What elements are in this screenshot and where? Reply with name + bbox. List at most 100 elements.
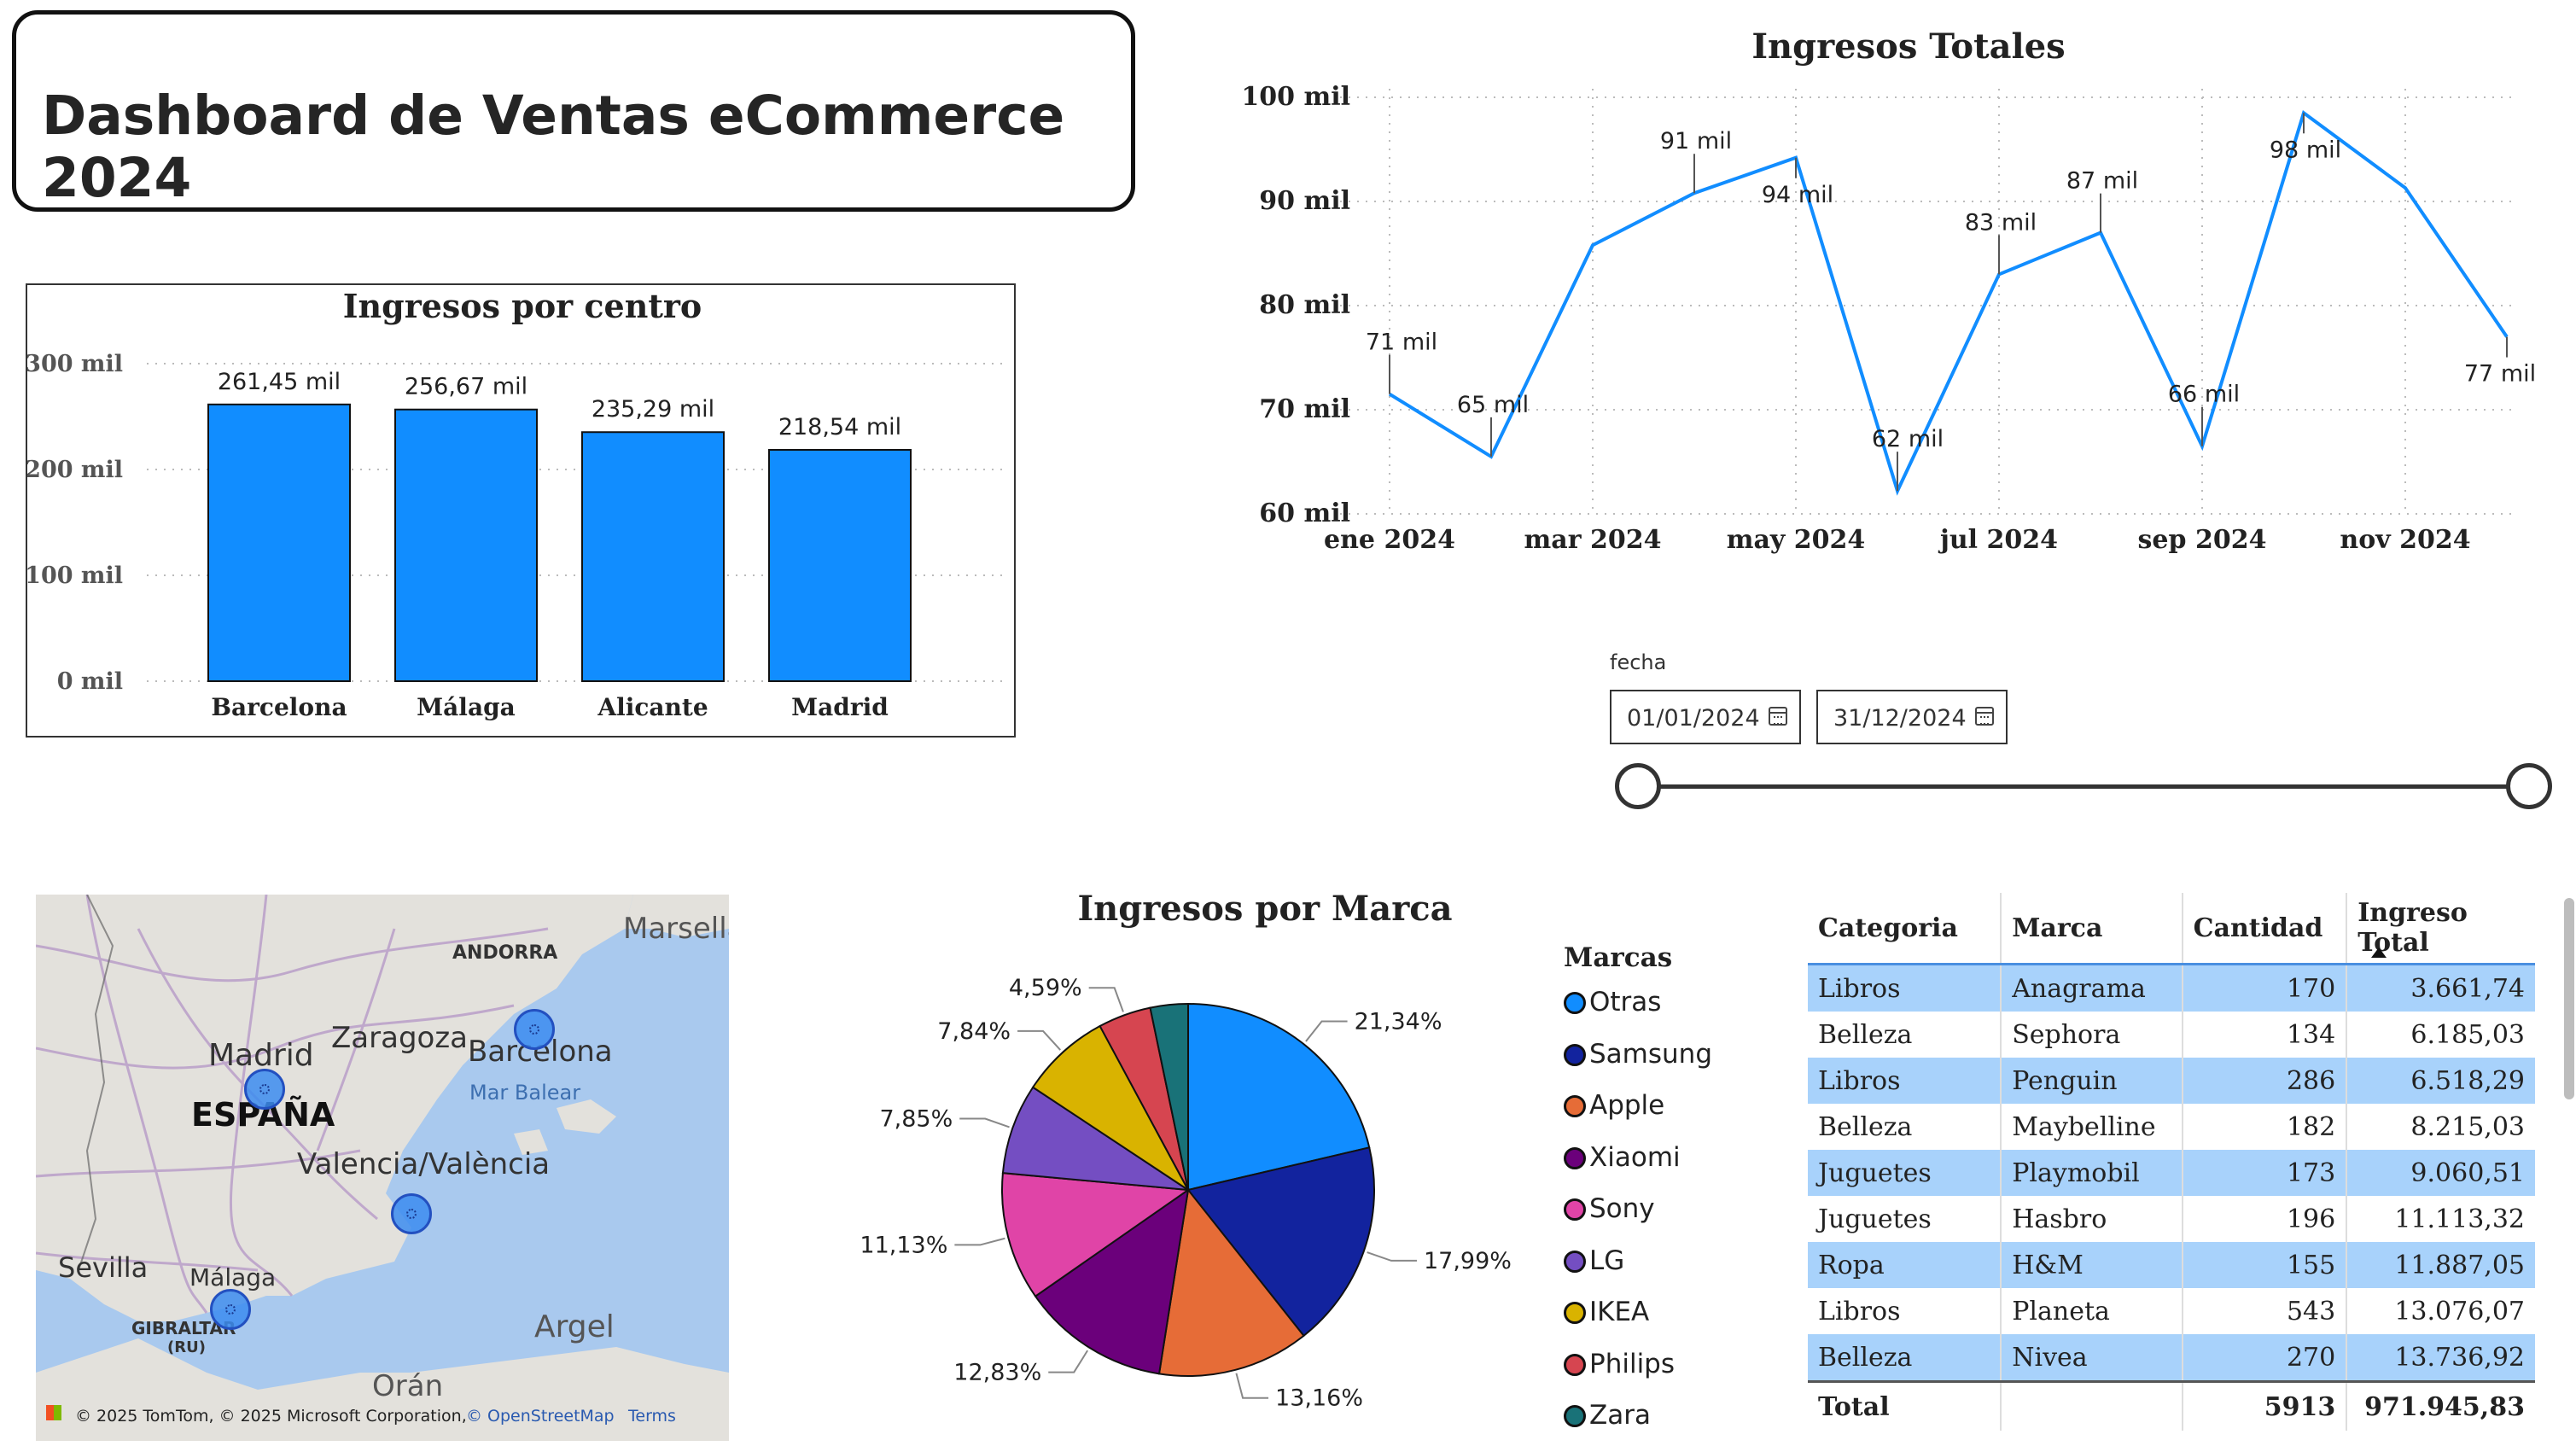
pie-data-label: 17,99%: [1424, 1248, 1512, 1274]
pie-chart[interactable]: Ingresos por Marca 21,34% 17,99% 13,16% 12,…: [845, 879, 1528, 1446]
table-row[interactable]: Libros Penguin 286 6.518,29: [1808, 1058, 2535, 1104]
table-row[interactable]: Belleza Maybelline 182 8.215,03: [1808, 1104, 2535, 1150]
table-cell: Libros: [1808, 1058, 2002, 1104]
legend-label: IKEA: [1589, 1297, 1650, 1327]
line-data-label: 71 mil: [1366, 329, 1437, 356]
line-y-tick: 80 mil: [1259, 290, 1350, 320]
table-cell: Hasbro: [2001, 1196, 2183, 1242]
date-range-slider-track[interactable]: [1635, 784, 2532, 789]
table-cell: Sephora: [2001, 1012, 2183, 1058]
table-cell: Penguin: [2001, 1058, 2183, 1104]
legend-label: Samsung: [1589, 1038, 1712, 1070]
line-data-label: 98 mil: [2270, 137, 2341, 163]
bar-málaga[interactable]: [394, 408, 538, 683]
map-bubble-malaga[interactable]: [210, 1289, 251, 1330]
map-bubble-barcelona[interactable]: [514, 1009, 555, 1050]
pie-data-label: 7,85%: [879, 1106, 953, 1133]
line-chart[interactable]: Ingresos Totales 60 mil 70 mil 80 mil 90 mi…: [1221, 17, 2552, 563]
sort-ascending-icon[interactable]: [2371, 947, 2387, 958]
table-row[interactable]: Libros Anagrama 170 3.661,74: [1808, 963, 2535, 1012]
line-x-tick: jul 2024: [1938, 525, 2058, 555]
bar-category-label: Alicante: [597, 693, 708, 721]
pie-data-label: 4,59%: [1009, 975, 1082, 1001]
bar-chart[interactable]: Ingresos por centro 0 mil 100 mil 200 mil 3…: [25, 285, 1014, 736]
table-cell: 3.661,74: [2346, 963, 2535, 1012]
bar-data-label: 256,67 mil: [405, 374, 527, 400]
table-cell: 270: [2182, 1334, 2348, 1382]
pie-chart-title: Ingresos por Marca: [1077, 889, 1452, 929]
map-visual[interactable]: ANDORRA Marsella Madrid Zaragoza Barcelo…: [36, 895, 729, 1441]
table-scrollbar[interactable]: [2564, 898, 2574, 1099]
line-x-tick: sep 2024: [2138, 525, 2267, 555]
map-label-madrid: Madrid: [208, 1038, 314, 1073]
bar-y-tick: 300 mil: [27, 351, 123, 377]
legend-label: Apple: [1589, 1090, 1665, 1121]
total-row[interactable]: Total 5913 971.945,83: [1808, 1380, 2535, 1431]
legend-label: Zara: [1589, 1400, 1651, 1431]
map-label-zaragoza: Zaragoza: [331, 1021, 469, 1055]
date-slider-end-handle[interactable]: [2506, 763, 2552, 809]
map-label-andorra: ANDORRA: [452, 942, 558, 964]
legend-label: LG: [1589, 1245, 1625, 1276]
map-bubble-madrid[interactable]: [244, 1069, 285, 1110]
map-label-sevilla: Sevilla: [58, 1251, 149, 1284]
pie-label-leader: [954, 1237, 1005, 1246]
table-cell: 8.215,03: [2410, 1111, 2525, 1142]
column-header-cantidad[interactable]: Cantidad: [2182, 893, 2348, 965]
microsoft-logo-icon: [46, 1405, 61, 1420]
bar-barcelona[interactable]: [207, 403, 351, 682]
openstreetmap-link[interactable]: © OpenStreetMap: [466, 1407, 615, 1426]
legend-swatch-icon: [1564, 992, 1586, 1014]
calendar-icon[interactable]: [1975, 707, 1994, 726]
map-label-oran: Orán: [372, 1369, 444, 1403]
table-cell: 196: [2182, 1196, 2348, 1242]
legend-label: Sony: [1589, 1193, 1655, 1224]
end-date-input[interactable]: 31/12/2024: [1816, 690, 2008, 744]
bar-madrid[interactable]: [768, 449, 912, 682]
map-label-marsella: Marsella: [623, 912, 729, 946]
line-series[interactable]: [1388, 110, 2509, 496]
legend-label: Otras: [1589, 987, 1662, 1017]
column-header-ingreso-total[interactable]: Ingreso Total: [2346, 893, 2535, 965]
table-row[interactable]: Juguetes Playmobil 173 9.060,51: [1808, 1150, 2535, 1196]
bar-category-label: Barcelona: [211, 693, 347, 721]
table-row[interactable]: Belleza Sephora 134 6.185,03: [1808, 1012, 2535, 1058]
table-row[interactable]: Belleza Nivea 270 13.736,92: [1808, 1334, 2535, 1382]
table-cell: Belleza: [1808, 1012, 2002, 1058]
table-cell: Anagrama: [2001, 963, 2183, 1012]
line-x-tick: ene 2024: [1324, 525, 1455, 555]
column-header-marca[interactable]: Marca: [2001, 893, 2183, 965]
legend-swatch-icon: [1564, 1405, 1586, 1427]
legend-swatch-icon: [1564, 1043, 1586, 1066]
date-slider-start-handle[interactable]: [1615, 763, 1661, 809]
map-label-malaga: Málaga: [189, 1263, 277, 1291]
table-row[interactable]: Juguetes Hasbro 196 11.113,32: [1808, 1196, 2535, 1242]
table-cell: Maybelline: [2001, 1104, 2183, 1150]
legend-swatch-icon: [1564, 1146, 1586, 1169]
sales-table[interactable]: Categoria Marca Cantidad Ingreso Total L…: [1808, 893, 2535, 1431]
table-cell: 173: [2182, 1150, 2348, 1196]
terms-link[interactable]: Terms: [628, 1407, 676, 1426]
map-label-valencia: Valencia/València: [297, 1147, 551, 1181]
pie-label-leader: [1088, 987, 1124, 1012]
line-data-label: 83 mil: [1965, 209, 2037, 236]
calendar-icon[interactable]: [1769, 707, 1787, 726]
table-row[interactable]: Ropa H&M 155 11.887,05: [1808, 1242, 2535, 1288]
table-cell: 170: [2182, 963, 2348, 1012]
bar-category-label: Málaga: [417, 693, 516, 721]
start-date-input[interactable]: 01/01/2024: [1610, 690, 1801, 744]
column-header-categoria[interactable]: Categoria: [1808, 893, 2002, 965]
table-cell: Juguetes: [1808, 1150, 2002, 1196]
bar-chart-title: Ingresos por centro: [343, 287, 702, 325]
line-y-tick: 90 mil: [1259, 186, 1350, 216]
bar-alicante[interactable]: [581, 431, 725, 683]
table-cell: 286: [2182, 1058, 2348, 1104]
table-cell: Libros: [1808, 1288, 2002, 1334]
line-y-tick: 100 mil: [1241, 82, 1350, 112]
bar-chart-card[interactable]: Ingresos por centro 0 mil 100 mil 200 mil 3…: [25, 283, 1016, 738]
map-label-gibraltar-ru: (RU): [167, 1338, 206, 1356]
line-x-tick: may 2024: [1727, 525, 1866, 555]
table-cell: Libros: [1808, 963, 2002, 1012]
table-row[interactable]: Libros Planeta 543 13.076,07: [1808, 1288, 2535, 1334]
map-bubble-alicante[interactable]: [391, 1193, 432, 1234]
